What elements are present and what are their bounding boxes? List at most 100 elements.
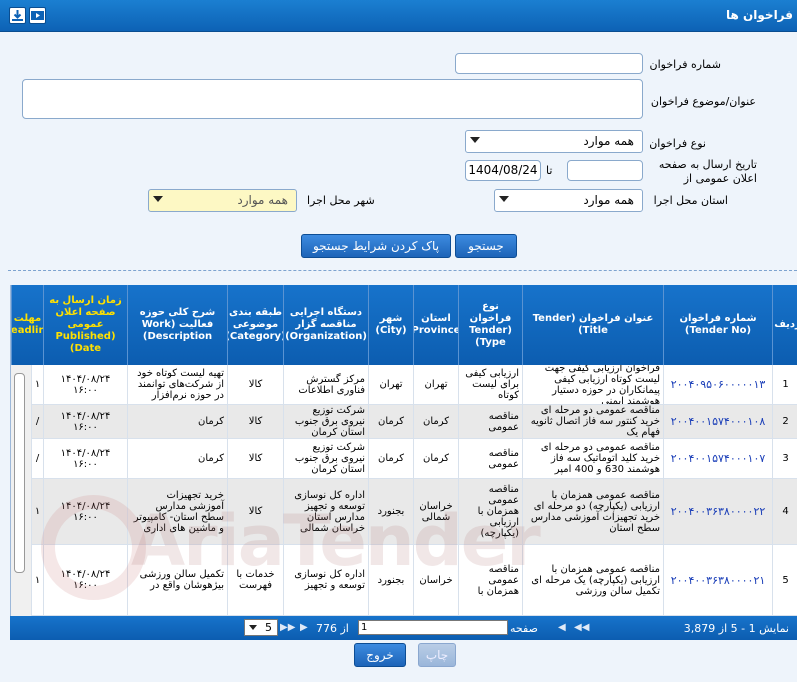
cell-deadline: / (31, 405, 43, 439)
date-from-input[interactable] (567, 160, 643, 181)
cell-description: خرید تجهیزات آموزشی مدارس سطح استان- کام… (127, 479, 227, 545)
cell-type: مناقصه عمومی همزمان با ارزیابی (یکپارچه) (458, 479, 522, 545)
cell-org: اداره کل نوسازی توسعه و تجهیز (283, 545, 368, 616)
cell-tender-no[interactable]: ۲۰۰۴۰۹۵۰۶۰۰۰۰۰۱۳ (663, 365, 772, 405)
col-header-deadline[interactable]: مهلت (Deadline) (11, 285, 43, 365)
chevron-down-icon (153, 196, 163, 202)
province-label: استان محل اجرا (653, 194, 728, 207)
col-header-description[interactable]: شرح کلی حوزه فعالیت (Work Description) (127, 285, 227, 365)
province-select[interactable]: همه موارد (494, 189, 643, 212)
cell-city: بجنورد (368, 545, 413, 616)
cell-category: کالا (227, 365, 283, 405)
cell-deadline: ۱ (31, 545, 43, 616)
table-row[interactable]: 5 ۲۰۰۴۰۰۳۶۳۸۰۰۰۰۲۱ مناقصه عمومی همزمان ب… (11, 545, 797, 616)
cell-published: ۱۴۰۴/۰۸/۲۴ ۱۶:۰۰ (43, 479, 127, 545)
cell-tender-no[interactable]: ۲۰۰۴۰۰۳۶۳۸۰۰۰۰۲۱ (663, 545, 772, 616)
city-select[interactable]: همه موارد (148, 189, 297, 212)
results-grid: ردیف شماره فراخوان (Tender No) عنوان فرا… (10, 285, 797, 616)
cell-published: ۱۴۰۴/۰۸/۲۴ ۱۶:۰۰ (43, 405, 127, 439)
divider (8, 270, 797, 271)
page-size-select[interactable]: 5 (244, 619, 278, 636)
cell-title: مناقصه عمومی دو مرحله ای خرید کنتور سه ف… (522, 405, 663, 439)
download-icon[interactable] (9, 7, 26, 24)
city-select-value: همه موارد (237, 193, 288, 207)
type-select-value: همه موارد (583, 134, 634, 148)
type-select[interactable]: همه موارد (465, 130, 643, 153)
cell-published: ۱۴۰۴/۰۸/۲۴ ۱۶:۰۰ (43, 439, 127, 479)
cell-province: خراسان (413, 545, 458, 616)
cell-province: کرمان (413, 405, 458, 439)
table-row[interactable]: 1 ۲۰۰۴۰۹۵۰۶۰۰۰۰۰۱۳ فراخوان ارزیابی کیفی … (11, 365, 797, 405)
col-header-tender-no[interactable]: شماره فراخوان (Tender No) (663, 285, 772, 365)
col-header-type[interactable]: نوع فراخوان (Tender Type) (458, 285, 522, 365)
cell-type: ارزیابی کیفی برای لیست کوتاه (458, 365, 522, 405)
cell-city: کرمان (368, 405, 413, 439)
cell-category: خدمات با فهرست (227, 545, 283, 616)
date-label: تاریخ ارسال به صفحه اعلان عمومی از (658, 158, 757, 185)
table-row[interactable]: 4 ۲۰۰۴۰۰۳۶۳۸۰۰۰۰۲۲ مناقصه عمومی همزمان ب… (11, 479, 797, 545)
subject-label: عنوان/موضوع فراخوان (650, 95, 756, 108)
cell-category: کالا (227, 439, 283, 479)
cell-deadline: ۱ (31, 479, 43, 545)
page-input[interactable]: 1 (358, 620, 508, 635)
cell-type: مناقصه عمومی (458, 439, 522, 479)
col-header-row[interactable]: ردیف (772, 285, 797, 365)
cell-row: 5 (772, 545, 797, 616)
col-header-city[interactable]: شهر (City) (368, 285, 413, 365)
cell-title: مناقصه عمومی دو مرحله ای خرید کلید اتوما… (522, 439, 663, 479)
cell-description: کرمان (127, 405, 227, 439)
first-page-icon[interactable]: ◀◀ (574, 622, 589, 633)
cell-category: کالا (227, 405, 283, 439)
cell-published: ۱۴۰۴/۰۸/۲۴ ۱۶:۰۰ (43, 365, 127, 405)
tender-no-input[interactable] (455, 53, 643, 74)
subject-input[interactable] (22, 79, 643, 119)
exit-button[interactable]: خروج (354, 643, 406, 667)
cell-org: شرکت توزیع نیروی برق جنوب استان کرمان (283, 439, 368, 479)
cell-org: شرکت توزیع نیروی برق جنوب استان کرمان (283, 405, 368, 439)
table-row[interactable]: 3 ۲۰۰۴۰۰۱۵۷۴۰۰۰۱۰۷ مناقصه عمومی دو مرحله… (11, 439, 797, 479)
city-label: شهر محل اجرا (307, 194, 375, 207)
cell-row: 1 (772, 365, 797, 405)
clear-button[interactable]: پاک کردن شرایط جستجو (301, 234, 451, 258)
last-page-icon[interactable]: ▶▶ (280, 622, 295, 633)
scrollbar-thumb[interactable] (14, 373, 25, 573)
tender-no-label: شماره فراخوان (649, 58, 722, 71)
chevron-down-icon (249, 625, 257, 630)
cell-type: مناقصه عمومی (458, 405, 522, 439)
date-to-input[interactable]: 1404/08/24 (465, 160, 541, 181)
vertical-scrollbar[interactable] (11, 365, 31, 616)
print-button[interactable]: چاپ (418, 643, 456, 667)
col-header-org[interactable]: دستگاه اجرایی مناقصه گزار (Organization) (283, 285, 368, 365)
col-header-published[interactable]: زمان ارسال به صفحه اعلان عمومی (Publishe… (43, 285, 127, 365)
col-header-title[interactable]: عنوان فراخوان (Tender Title) (522, 285, 663, 365)
cell-deadline: ۱ (31, 365, 43, 405)
cell-province: خراسان شمالی (413, 479, 458, 545)
type-label: نوع فراخوان (649, 137, 706, 150)
cell-category: کالا (227, 479, 283, 545)
next-page-icon[interactable]: ▶ (300, 622, 308, 633)
chevron-down-icon (499, 196, 509, 202)
col-header-province[interactable]: استان (Province) (413, 285, 458, 365)
cell-row: 4 (772, 479, 797, 545)
prev-page-icon[interactable]: ◀ (558, 622, 566, 633)
col-header-category[interactable]: طبقه بندی موضوعی (Category) (227, 285, 283, 365)
cell-org: مرکز گسترش فناوری اطلاعات (283, 365, 368, 405)
window-title: فراخوان ها (726, 8, 793, 22)
cell-tender-no[interactable]: ۲۰۰۴۰۰۳۶۳۸۰۰۰۰۲۲ (663, 479, 772, 545)
cell-row: 2 (772, 405, 797, 439)
cell-description: کرمان (127, 439, 227, 479)
pager-bar: نمایش 1 - 5 از 3,879 ◀◀ ◀ صفحه 1 از 776 … (10, 616, 797, 640)
search-button[interactable]: جستجو (455, 234, 517, 258)
cell-city: تهران (368, 365, 413, 405)
province-select-value: همه موارد (583, 193, 634, 207)
video-icon[interactable] (29, 7, 46, 24)
cell-deadline: / (31, 439, 43, 479)
cell-tender-no[interactable]: ۲۰۰۴۰۰۱۵۷۴۰۰۰۱۰۸ (663, 405, 772, 439)
table-row[interactable]: 2 ۲۰۰۴۰۰۱۵۷۴۰۰۰۱۰۸ مناقصه عمومی دو مرحله… (11, 405, 797, 439)
cell-city: بجنورد (368, 479, 413, 545)
title-bar: فراخوان ها (0, 0, 797, 32)
cell-tender-no[interactable]: ۲۰۰۴۰۰۱۵۷۴۰۰۰۱۰۷ (663, 439, 772, 479)
cell-province: کرمان (413, 439, 458, 479)
page-size-value: 5 (265, 621, 272, 634)
page-label: صفحه (510, 622, 538, 635)
